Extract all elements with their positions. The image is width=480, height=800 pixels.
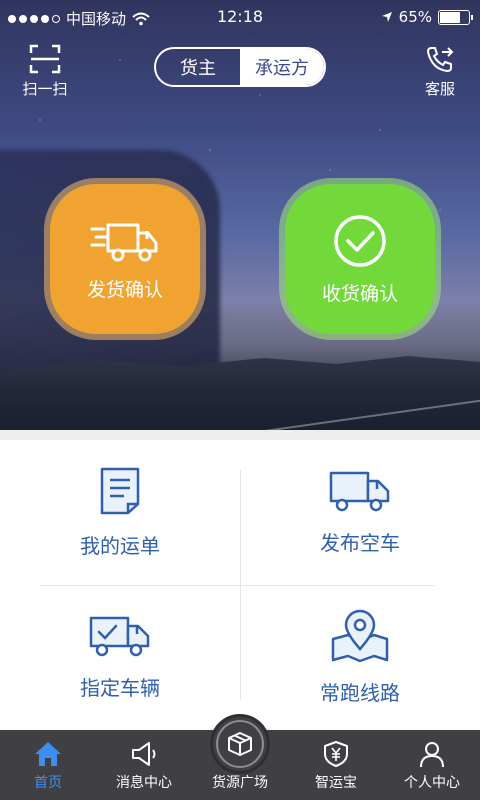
home-icon xyxy=(35,742,61,766)
megaphone-icon xyxy=(132,742,156,766)
service-label: 客服 xyxy=(424,80,455,98)
receive-confirm-button[interactable]: 收货确认 xyxy=(285,184,435,334)
tab-messages[interactable]: 消息中心 xyxy=(96,730,192,800)
tab-cargo-plaza-label: 货源广场 xyxy=(212,775,268,791)
truck-icon xyxy=(329,471,390,512)
tab-zhiyunbao-label: 智运宝 xyxy=(315,775,357,791)
role-segment-control[interactable]: 货主 承运方 xyxy=(154,47,326,87)
user-icon xyxy=(420,742,444,768)
battery-percent: 65% xyxy=(398,8,432,26)
publish-empty-truck-label: 发布空车 xyxy=(320,531,400,555)
tab-profile[interactable]: 个人中心 xyxy=(384,730,480,800)
tab-zhiyunbao[interactable]: 智运宝 xyxy=(288,730,384,800)
box-icon xyxy=(228,732,252,756)
document-icon xyxy=(100,467,140,515)
function-grid: 我的运单 发布空车 指定车辆 常跑线路 xyxy=(0,440,480,730)
segment-carrier[interactable]: 承运方 xyxy=(240,49,324,85)
my-waybill-label: 我的运单 xyxy=(80,534,160,558)
phone-transfer-icon xyxy=(426,47,454,73)
segment-owner[interactable]: 货主 xyxy=(156,49,240,85)
scan-button[interactable]: 扫一扫 xyxy=(14,44,76,99)
status-bar: 中国移动 12:18 65% xyxy=(0,0,480,34)
regular-route-button[interactable]: 常跑线路 xyxy=(240,585,480,730)
ship-confirm-label: 发货确认 xyxy=(86,278,163,301)
customer-service-button[interactable]: 客服 xyxy=(410,44,470,99)
publish-empty-truck-button[interactable]: 发布空车 xyxy=(240,440,480,585)
my-waybill-button[interactable]: 我的运单 xyxy=(0,440,240,585)
shield-yuan-icon xyxy=(324,741,348,767)
location-arrow-icon xyxy=(381,12,392,22)
truck-delivery-icon xyxy=(90,223,158,261)
tab-profile-label: 个人中心 xyxy=(404,775,460,791)
ship-confirm-button[interactable]: 发货确认 xyxy=(50,184,200,334)
truck-check-icon xyxy=(89,616,150,657)
regular-route-label: 常跑线路 xyxy=(320,681,400,705)
tab-messages-label: 消息中心 xyxy=(116,775,172,791)
receive-confirm-label: 收货确认 xyxy=(321,282,398,305)
map-pin-icon xyxy=(331,609,389,663)
scan-label: 扫一扫 xyxy=(22,80,68,98)
assign-vehicle-button[interactable]: 指定车辆 xyxy=(0,585,240,730)
tab-home-label: 首页 xyxy=(34,775,62,791)
assign-vehicle-label: 指定车辆 xyxy=(80,676,160,700)
cargo-plaza-center-button[interactable] xyxy=(210,714,270,774)
battery-icon xyxy=(438,9,473,25)
scan-icon xyxy=(29,44,61,74)
tab-home[interactable]: 首页 xyxy=(0,730,96,800)
check-circle-icon xyxy=(334,214,386,267)
